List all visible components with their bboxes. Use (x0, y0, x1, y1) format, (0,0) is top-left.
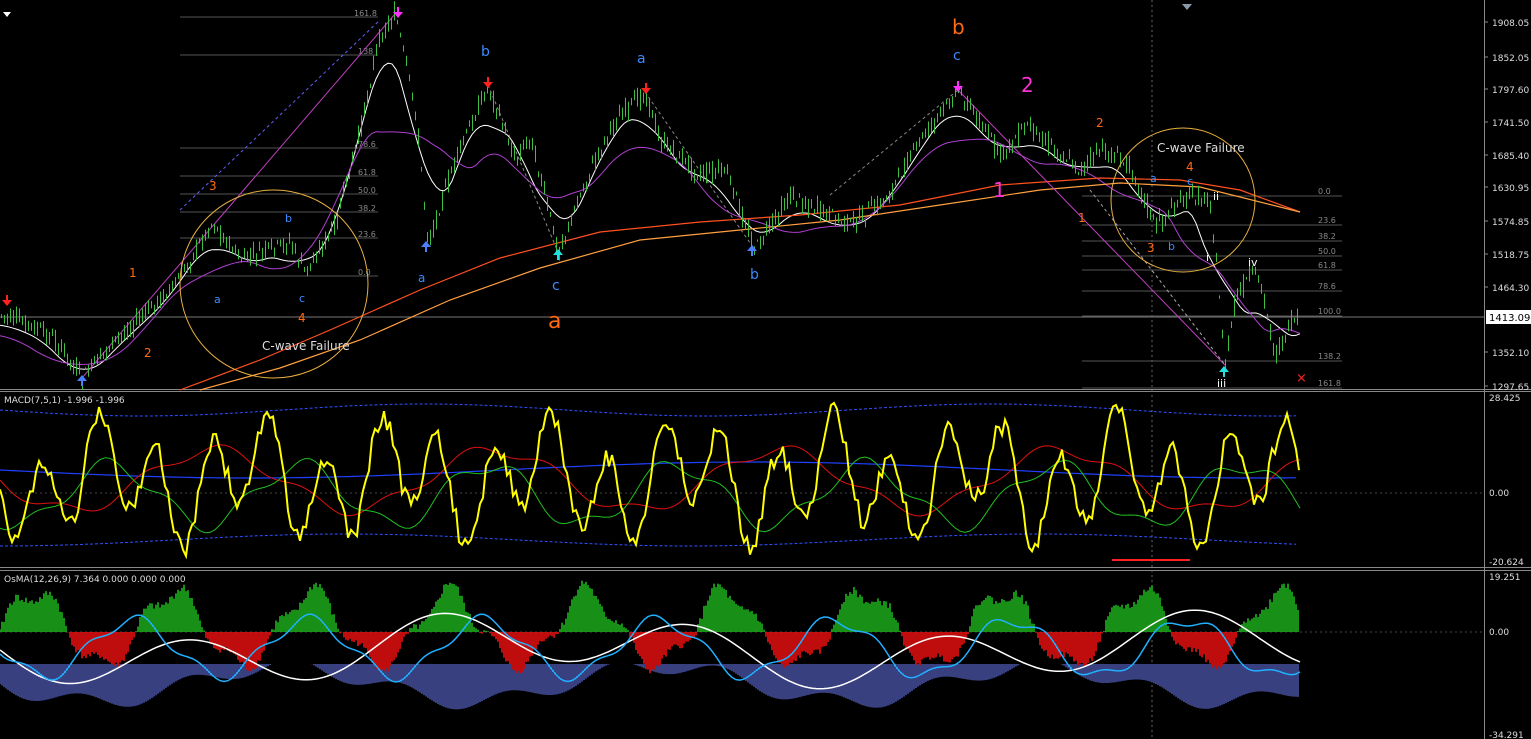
wave-label: a (637, 51, 646, 67)
fib-label: 50.0 (358, 186, 376, 195)
wave-label: b (750, 267, 759, 283)
fib-label: 23.6 (1318, 216, 1336, 225)
wave-label: b (952, 15, 965, 39)
price-tick-label: 1908.05 (1492, 19, 1529, 29)
price-tick-label: 1852.05 (1492, 54, 1529, 64)
wave-label: 4 (1186, 160, 1194, 174)
fib-label: 138.2 (1318, 352, 1341, 361)
wave-label: a (418, 271, 425, 285)
wave-label: b (481, 44, 490, 60)
macd-title: MACD(7,5,1) -1.996 -1.996 (4, 396, 125, 406)
wave-label: c (953, 48, 961, 64)
fib-label: 0.0 (358, 268, 371, 277)
fib-label: 50.0 (1318, 247, 1336, 256)
osma-level-label: -34.291 (1489, 731, 1524, 739)
wave-label: 1 (1078, 211, 1086, 225)
price-axis: 1908.05 1852.05 1797.60 1741.50 1685.40 1630.… (1484, 19, 1529, 739)
fib-label: 161.8 (354, 9, 377, 18)
wave-label: 2 (144, 346, 152, 360)
wave-label: b (285, 212, 292, 225)
price-tick-label: 1741.50 (1492, 119, 1529, 129)
price-tick-label: 1630.95 (1492, 184, 1529, 194)
price-tick-label: 1518.75 (1492, 251, 1529, 261)
wave-label: b (1168, 240, 1175, 253)
fib-label: 161.8 (1318, 379, 1341, 388)
price-tick-label: 1352.10 (1492, 349, 1529, 359)
osma-title: OsMA(12,26,9) 7.364 0.000 0.000 0.000 (4, 575, 186, 585)
macd-level-label: -20.624 (1489, 558, 1524, 568)
price-tick-label: 1685.40 (1492, 152, 1529, 162)
trading-chart[interactable]: 161.813878.661.850.038.223.60.00.023.638… (0, 0, 1531, 739)
annotation-text: C-wave Failure (1157, 141, 1245, 155)
wave-label: 3 (1147, 241, 1155, 255)
wave-label: i (1206, 251, 1209, 264)
osma-level-label: 0.00 (1489, 628, 1509, 638)
fib-label: 61.8 (1318, 261, 1336, 270)
fib-label: 100.0 (1318, 307, 1341, 316)
wave-label: c (299, 292, 305, 305)
macd-panel[interactable] (0, 391, 1484, 567)
wave-label: a (214, 293, 221, 306)
wave-label: c (1187, 175, 1193, 188)
wave-label: 1 (993, 178, 1006, 202)
current-price-value: 1413.09 (1489, 313, 1530, 324)
price-tick-label: 1464.30 (1492, 284, 1529, 294)
macd-level-label: 0.00 (1489, 489, 1509, 499)
wave-label: ii (1213, 190, 1219, 203)
wave-label: 2 (1096, 116, 1104, 130)
osma-panel[interactable] (0, 570, 1484, 739)
fib-label: 78.6 (1318, 282, 1336, 291)
price-tick-label: 1297.65 (1492, 383, 1529, 393)
wave-label: a (1150, 172, 1157, 185)
wave-label: iii (1217, 377, 1226, 390)
price-tick-label: 1797.60 (1492, 86, 1529, 96)
wave-label: 4 (298, 311, 306, 325)
close-marker-icon: × (1296, 371, 1307, 386)
wave-label: c (552, 278, 560, 294)
annotation-text: C-wave Failure (262, 339, 350, 353)
wave-label: 1 (129, 266, 137, 280)
macd-level-label: 28.425 (1489, 394, 1521, 404)
fib-label: 61.8 (358, 168, 376, 177)
wave-label: iv (1248, 256, 1258, 269)
fib-label: 38.2 (1318, 232, 1336, 241)
osma-level-label: 19.251 (1489, 573, 1521, 583)
wave-label: 2 (1021, 73, 1034, 97)
fib-label: 38.2 (358, 204, 376, 213)
fib-label: 23.6 (358, 230, 376, 239)
wave-label: 3 (209, 179, 217, 193)
price-tick-label: 1574.85 (1492, 218, 1529, 228)
wave-label: a (548, 309, 561, 334)
fib-label: 0.0 (1318, 187, 1331, 196)
